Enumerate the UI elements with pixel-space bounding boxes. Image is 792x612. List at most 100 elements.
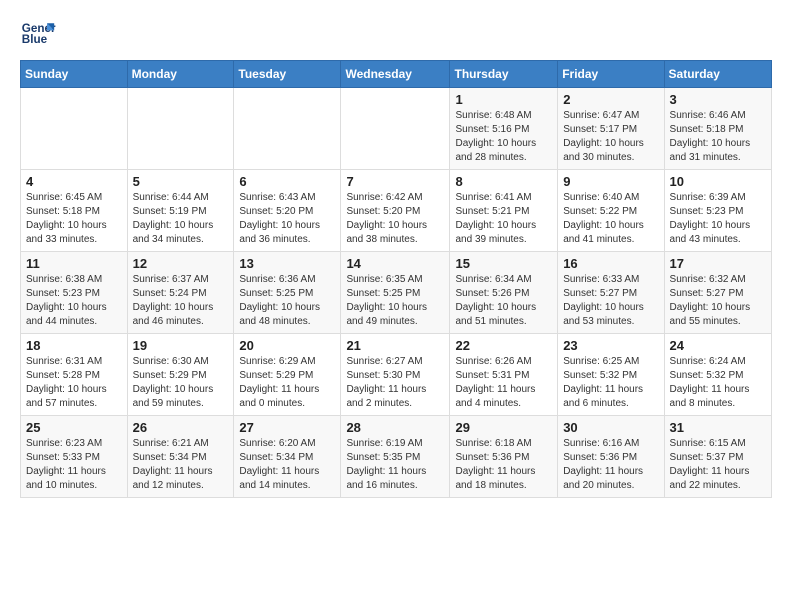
- calendar-week-row: 4 Sunrise: 6:45 AM Sunset: 5:18 PM Daylig…: [21, 170, 772, 252]
- day-info: Sunrise: 6:41 AM Sunset: 5:21 PM Dayligh…: [455, 191, 552, 247]
- day-info: Sunrise: 6:37 AM Sunset: 5:24 PM Dayligh…: [133, 273, 229, 329]
- weekday-header: Saturday: [664, 61, 771, 88]
- day-number: 3: [670, 92, 766, 107]
- day-info: Sunrise: 6:42 AM Sunset: 5:20 PM Dayligh…: [346, 191, 444, 247]
- calendar-cell: 14 Sunrise: 6:35 AM Sunset: 5:25 PM Dayli…: [341, 252, 450, 334]
- calendar-cell: 23 Sunrise: 6:25 AM Sunset: 5:32 PM Dayli…: [558, 334, 664, 416]
- calendar-cell: 16 Sunrise: 6:33 AM Sunset: 5:27 PM Dayli…: [558, 252, 664, 334]
- day-number: 14: [346, 256, 444, 271]
- day-number: 28: [346, 420, 444, 435]
- day-info: Sunrise: 6:26 AM Sunset: 5:31 PM Dayligh…: [455, 355, 552, 411]
- page-header: General Blue: [20, 16, 772, 52]
- day-number: 29: [455, 420, 552, 435]
- calendar-cell: 11 Sunrise: 6:38 AM Sunset: 5:23 PM Dayli…: [21, 252, 128, 334]
- weekday-header: Friday: [558, 61, 664, 88]
- day-number: 18: [26, 338, 122, 353]
- day-info: Sunrise: 6:23 AM Sunset: 5:33 PM Dayligh…: [26, 437, 122, 493]
- day-info: Sunrise: 6:25 AM Sunset: 5:32 PM Dayligh…: [563, 355, 658, 411]
- calendar-cell: 5Sunrise: 6:44 AM Sunset: 5:19 PM Daylig…: [127, 170, 234, 252]
- calendar-cell: 27 Sunrise: 6:20 AM Sunset: 5:34 PM Dayli…: [234, 416, 341, 498]
- calendar-cell: 19Sunrise: 6:30 AM Sunset: 5:29 PM Dayli…: [127, 334, 234, 416]
- calendar-cell: 30Sunrise: 6:16 AM Sunset: 5:36 PM Dayli…: [558, 416, 664, 498]
- day-number: 23: [563, 338, 658, 353]
- calendar-cell: 15Sunrise: 6:34 AM Sunset: 5:26 PM Dayli…: [450, 252, 558, 334]
- day-number: 13: [239, 256, 335, 271]
- day-info: Sunrise: 6:19 AM Sunset: 5:35 PM Dayligh…: [346, 437, 444, 493]
- calendar-cell: 1 Sunrise: 6:48 AM Sunset: 5:16 PM Daylig…: [450, 88, 558, 170]
- day-info: Sunrise: 6:45 AM Sunset: 5:18 PM Dayligh…: [26, 191, 122, 247]
- day-number: 9: [563, 174, 658, 189]
- weekday-header: Sunday: [21, 61, 128, 88]
- calendar-week-row: 25 Sunrise: 6:23 AM Sunset: 5:33 PM Dayli…: [21, 416, 772, 498]
- calendar-cell: [21, 88, 128, 170]
- logo: General Blue: [20, 16, 56, 52]
- calendar-cell: 21 Sunrise: 6:27 AM Sunset: 5:30 PM Dayli…: [341, 334, 450, 416]
- day-number: 1: [455, 92, 552, 107]
- day-info: Sunrise: 6:43 AM Sunset: 5:20 PM Dayligh…: [239, 191, 335, 247]
- day-number: 16: [563, 256, 658, 271]
- logo-icon: General Blue: [20, 16, 56, 52]
- day-info: Sunrise: 6:40 AM Sunset: 5:22 PM Dayligh…: [563, 191, 658, 247]
- day-number: 7: [346, 174, 444, 189]
- day-number: 25: [26, 420, 122, 435]
- day-info: Sunrise: 6:20 AM Sunset: 5:34 PM Dayligh…: [239, 437, 335, 493]
- calendar-week-row: 1 Sunrise: 6:48 AM Sunset: 5:16 PM Daylig…: [21, 88, 772, 170]
- day-info: Sunrise: 6:32 AM Sunset: 5:27 PM Dayligh…: [670, 273, 766, 329]
- calendar-cell: 9 Sunrise: 6:40 AM Sunset: 5:22 PM Daylig…: [558, 170, 664, 252]
- day-info: Sunrise: 6:33 AM Sunset: 5:27 PM Dayligh…: [563, 273, 658, 329]
- calendar-cell: 17 Sunrise: 6:32 AM Sunset: 5:27 PM Dayli…: [664, 252, 771, 334]
- day-number: 8: [455, 174, 552, 189]
- calendar-cell: [234, 88, 341, 170]
- day-info: Sunrise: 6:35 AM Sunset: 5:25 PM Dayligh…: [346, 273, 444, 329]
- day-number: 4: [26, 174, 122, 189]
- day-number: 12: [133, 256, 229, 271]
- day-number: 20: [239, 338, 335, 353]
- day-number: 22: [455, 338, 552, 353]
- weekday-header: Monday: [127, 61, 234, 88]
- calendar-cell: 12 Sunrise: 6:37 AM Sunset: 5:24 PM Dayli…: [127, 252, 234, 334]
- calendar-cell: 26Sunrise: 6:21 AM Sunset: 5:34 PM Dayli…: [127, 416, 234, 498]
- calendar-cell: 8 Sunrise: 6:41 AM Sunset: 5:21 PM Daylig…: [450, 170, 558, 252]
- calendar-cell: 6 Sunrise: 6:43 AM Sunset: 5:20 PM Daylig…: [234, 170, 341, 252]
- calendar-cell: 7 Sunrise: 6:42 AM Sunset: 5:20 PM Daylig…: [341, 170, 450, 252]
- day-number: 19: [133, 338, 229, 353]
- day-number: 6: [239, 174, 335, 189]
- day-info: Sunrise: 6:18 AM Sunset: 5:36 PM Dayligh…: [455, 437, 552, 493]
- calendar-cell: 18 Sunrise: 6:31 AM Sunset: 5:28 PM Dayli…: [21, 334, 128, 416]
- calendar-table: SundayMondayTuesdayWednesdayThursdayFrid…: [20, 60, 772, 498]
- day-number: 5: [133, 174, 229, 189]
- day-number: 21: [346, 338, 444, 353]
- calendar-cell: [127, 88, 234, 170]
- day-info: Sunrise: 6:38 AM Sunset: 5:23 PM Dayligh…: [26, 273, 122, 329]
- weekday-header: Wednesday: [341, 61, 450, 88]
- calendar-cell: 13Sunrise: 6:36 AM Sunset: 5:25 PM Dayli…: [234, 252, 341, 334]
- calendar-cell: 20 Sunrise: 6:29 AM Sunset: 5:29 PM Dayli…: [234, 334, 341, 416]
- day-info: Sunrise: 6:48 AM Sunset: 5:16 PM Dayligh…: [455, 109, 552, 165]
- day-info: Sunrise: 6:46 AM Sunset: 5:18 PM Dayligh…: [670, 109, 766, 165]
- calendar-cell: 29 Sunrise: 6:18 AM Sunset: 5:36 PM Dayli…: [450, 416, 558, 498]
- day-number: 11: [26, 256, 122, 271]
- day-number: 2: [563, 92, 658, 107]
- day-info: Sunrise: 6:47 AM Sunset: 5:17 PM Dayligh…: [563, 109, 658, 165]
- day-info: Sunrise: 6:24 AM Sunset: 5:32 PM Dayligh…: [670, 355, 766, 411]
- day-number: 26: [133, 420, 229, 435]
- calendar-cell: 4 Sunrise: 6:45 AM Sunset: 5:18 PM Daylig…: [21, 170, 128, 252]
- day-number: 27: [239, 420, 335, 435]
- calendar-cell: 22 Sunrise: 6:26 AM Sunset: 5:31 PM Dayli…: [450, 334, 558, 416]
- day-info: Sunrise: 6:15 AM Sunset: 5:37 PM Dayligh…: [670, 437, 766, 493]
- day-number: 24: [670, 338, 766, 353]
- calendar-cell: 2 Sunrise: 6:47 AM Sunset: 5:17 PM Daylig…: [558, 88, 664, 170]
- day-info: Sunrise: 6:31 AM Sunset: 5:28 PM Dayligh…: [26, 355, 122, 411]
- day-info: Sunrise: 6:34 AM Sunset: 5:26 PM Dayligh…: [455, 273, 552, 329]
- calendar-cell: 31Sunrise: 6:15 AM Sunset: 5:37 PM Dayli…: [664, 416, 771, 498]
- calendar-week-row: 18 Sunrise: 6:31 AM Sunset: 5:28 PM Dayli…: [21, 334, 772, 416]
- day-info: Sunrise: 6:39 AM Sunset: 5:23 PM Dayligh…: [670, 191, 766, 247]
- day-number: 10: [670, 174, 766, 189]
- day-info: Sunrise: 6:16 AM Sunset: 5:36 PM Dayligh…: [563, 437, 658, 493]
- svg-text:Blue: Blue: [22, 33, 48, 46]
- day-number: 17: [670, 256, 766, 271]
- day-info: Sunrise: 6:29 AM Sunset: 5:29 PM Dayligh…: [239, 355, 335, 411]
- weekday-header: Tuesday: [234, 61, 341, 88]
- calendar-cell: 3 Sunrise: 6:46 AM Sunset: 5:18 PM Daylig…: [664, 88, 771, 170]
- day-info: Sunrise: 6:27 AM Sunset: 5:30 PM Dayligh…: [346, 355, 444, 411]
